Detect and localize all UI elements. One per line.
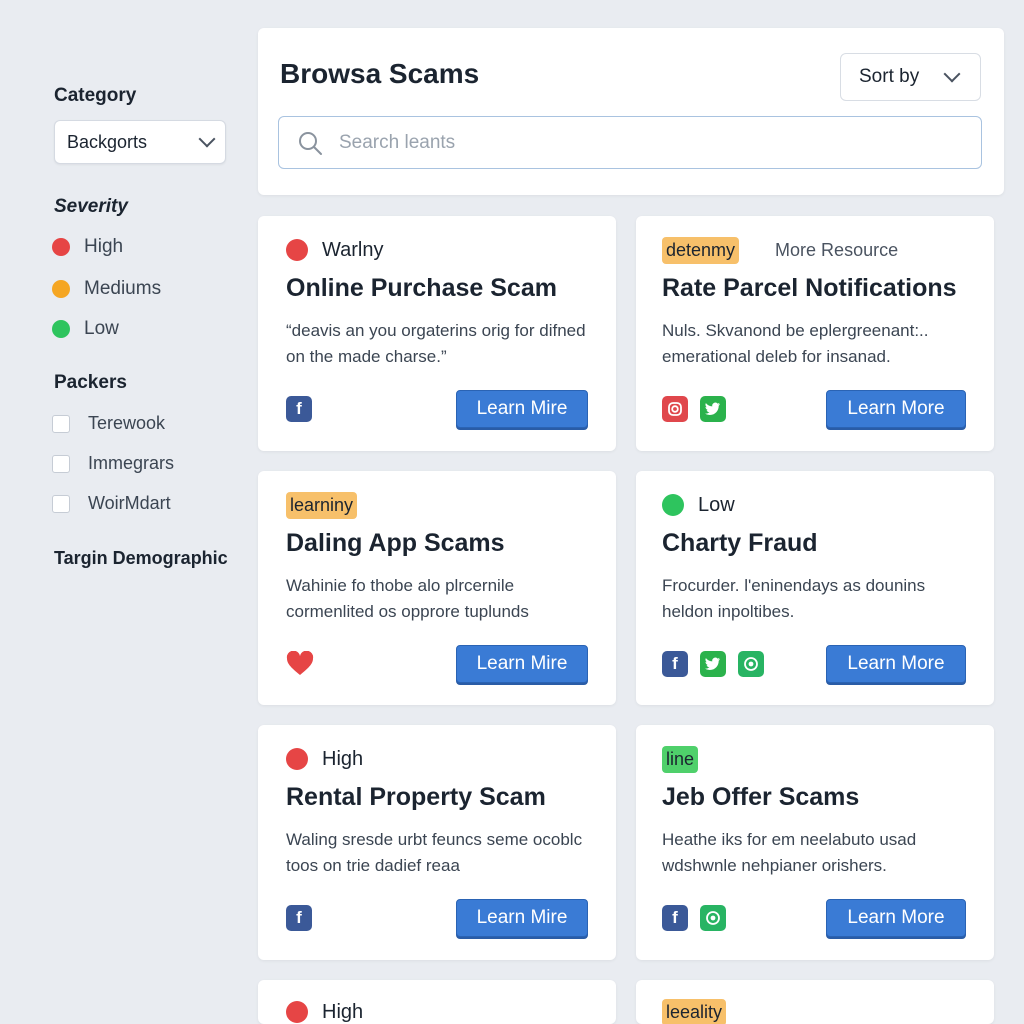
category-heading: Category bbox=[54, 85, 137, 106]
page-title: Browsa Scams bbox=[280, 58, 480, 89]
social-icons bbox=[286, 651, 314, 677]
red-dot-icon bbox=[286, 239, 308, 261]
card-description: Wahinie fo thobe alo plrcernile cormenli… bbox=[286, 576, 529, 621]
packer-option[interactable]: Terewook bbox=[52, 413, 165, 434]
severity-option-low[interactable]: Low bbox=[52, 318, 119, 340]
learn-more-button[interactable]: Learn More bbox=[826, 390, 966, 428]
severity-heading: Severity bbox=[54, 196, 128, 217]
filter-sidebar: Category Backgorts Severity High Mediums… bbox=[0, 0, 250, 1024]
whatsapp-icon[interactable] bbox=[700, 905, 726, 931]
scam-card[interactable]: detenmy More Resource Rate Parcel Notifi… bbox=[636, 216, 994, 451]
search-bar[interactable] bbox=[278, 116, 982, 169]
facebook-icon[interactable]: f bbox=[662, 651, 688, 677]
learn-more-button[interactable]: Learn More bbox=[826, 899, 966, 937]
instagram-icon[interactable] bbox=[662, 396, 688, 422]
social-icons: f bbox=[286, 905, 312, 931]
badge-tag: detenmy bbox=[662, 236, 740, 264]
packer-label: Terewook bbox=[88, 413, 166, 433]
scam-card[interactable]: High bbox=[258, 980, 616, 1024]
packer-option[interactable]: WoirMdart bbox=[52, 493, 171, 514]
severity-badge: leeality bbox=[662, 998, 727, 1024]
severity-label: Mediums bbox=[84, 278, 162, 299]
badge-tag: leeality bbox=[662, 998, 727, 1024]
red-dot-icon bbox=[286, 1001, 308, 1023]
scam-card[interactable]: Warlny Online Purchase Scam “deavis an y… bbox=[258, 216, 616, 451]
card-title: Charty Fraud bbox=[662, 529, 818, 557]
badge-tag: line bbox=[662, 745, 699, 773]
learn-more-button[interactable]: Learn Mire bbox=[456, 645, 588, 683]
twitter-icon[interactable] bbox=[700, 396, 726, 422]
category-dropdown[interactable]: Backgorts bbox=[54, 120, 226, 164]
red-dot-icon bbox=[52, 238, 70, 256]
card-description: Nuls. Skvanond be eplergreenant:.. emera… bbox=[662, 321, 929, 366]
card-title: Online Purchase Scam bbox=[286, 274, 557, 302]
card-title: Rental Property Scam bbox=[286, 783, 546, 811]
badge-label: Low bbox=[698, 493, 735, 516]
chevron-down-icon bbox=[943, 65, 961, 83]
card-title: Jeb Offer Scams bbox=[662, 783, 860, 811]
severity-badge: High bbox=[286, 998, 363, 1024]
chevron-down-icon bbox=[198, 130, 216, 148]
social-icons: f bbox=[286, 396, 312, 422]
whatsapp-icon[interactable] bbox=[738, 651, 764, 677]
badge-label: High bbox=[322, 1000, 364, 1023]
sort-by-button[interactable]: Sort by bbox=[840, 53, 981, 101]
learn-more-button[interactable]: Learn Mire bbox=[456, 899, 588, 937]
more-resource-link[interactable]: More Resource bbox=[775, 240, 898, 261]
card-title: Daling App Scams bbox=[286, 529, 505, 557]
severity-label: Low bbox=[84, 318, 119, 339]
severity-badge: detenmy More Resource bbox=[662, 236, 898, 264]
severity-badge: Low bbox=[662, 491, 735, 519]
card-description: Heathe iks for em neelabuto usad wdshwnl… bbox=[662, 830, 917, 875]
packer-option[interactable]: Immegrars bbox=[52, 453, 174, 474]
severity-badge: High bbox=[286, 745, 363, 773]
orange-dot-icon bbox=[52, 280, 70, 298]
learn-more-button[interactable]: Learn Mire bbox=[456, 390, 588, 428]
social-icons bbox=[662, 396, 726, 422]
card-description: Frocurder. l'eninendays as dounins heldo… bbox=[662, 576, 926, 621]
badge-tag: learniny bbox=[286, 491, 358, 519]
scam-card[interactable]: Low Charty Fraud Frocurder. l'eninendays… bbox=[636, 471, 994, 705]
learn-more-button[interactable]: Learn More bbox=[826, 645, 966, 683]
severity-option-high[interactable]: High bbox=[52, 236, 123, 258]
heart-icon[interactable] bbox=[286, 651, 314, 677]
social-icons: f bbox=[662, 651, 764, 677]
scam-card[interactable]: learniny Daling App Scams Wahinie fo tho… bbox=[258, 471, 616, 705]
severity-badge: learniny bbox=[286, 491, 358, 519]
severity-badge: Warlny bbox=[286, 236, 383, 264]
checkbox[interactable] bbox=[52, 414, 70, 433]
green-dot-icon bbox=[52, 320, 70, 338]
severity-label: High bbox=[84, 236, 124, 257]
green-dot-icon bbox=[662, 494, 684, 516]
checkbox[interactable] bbox=[52, 454, 70, 473]
search-input[interactable] bbox=[337, 130, 941, 155]
facebook-icon[interactable]: f bbox=[286, 396, 312, 422]
packer-label: WoirMdart bbox=[88, 493, 171, 513]
category-dropdown-value: Backgorts bbox=[67, 131, 148, 152]
card-title: Rate Parcel Notifications bbox=[662, 274, 957, 302]
browse-header-panel: Browsa Scams Sort by bbox=[258, 28, 1004, 195]
twitter-icon[interactable] bbox=[700, 651, 726, 677]
card-description: Waling sresde urbt feuncs seme ocoblc to… bbox=[286, 830, 583, 875]
facebook-icon[interactable]: f bbox=[662, 905, 688, 931]
severity-option-medium[interactable]: Mediums bbox=[52, 278, 161, 300]
severity-badge: line bbox=[662, 745, 699, 773]
scam-card[interactable]: line Jeb Offer Scams Heathe iks for em n… bbox=[636, 725, 994, 960]
card-description: “deavis an you orgaterins orig for difne… bbox=[286, 321, 586, 366]
badge-label: Warlny bbox=[322, 238, 384, 261]
packer-label: Immegrars bbox=[88, 453, 175, 473]
target-demographic-heading: Targin Demographic bbox=[54, 548, 228, 568]
badge-label: High bbox=[322, 747, 364, 770]
facebook-icon[interactable]: f bbox=[286, 905, 312, 931]
scam-card[interactable]: leeality bbox=[636, 980, 994, 1024]
scam-card[interactable]: High Rental Property Scam Waling sresde … bbox=[258, 725, 616, 960]
social-icons: f bbox=[662, 905, 726, 931]
red-dot-icon bbox=[286, 748, 308, 770]
packers-heading: Packers bbox=[54, 372, 127, 393]
sort-by-label: Sort by bbox=[859, 66, 920, 87]
search-icon bbox=[299, 131, 322, 155]
checkbox[interactable] bbox=[52, 494, 70, 513]
